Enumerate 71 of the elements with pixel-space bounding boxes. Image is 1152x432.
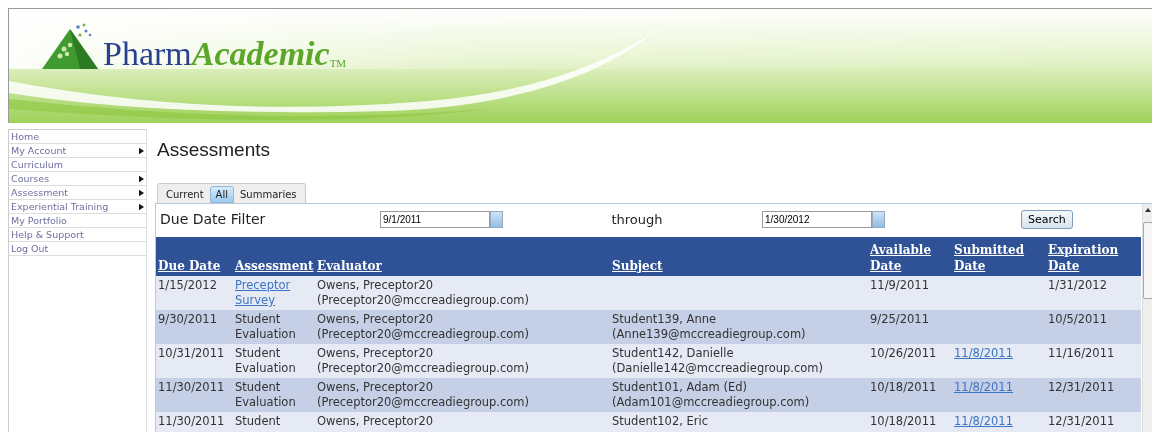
- table-cell-text: (Preceptor20@mccreadiegroup.com): [317, 395, 530, 410]
- sidebar-item[interactable]: My Account: [9, 144, 146, 158]
- sidebar-item[interactable]: Experiential Training: [9, 200, 146, 214]
- table-cell: 11/30/2011: [156, 378, 233, 412]
- table-cell-text: (Preceptor20@mccreadiegroup.com): [317, 327, 530, 342]
- table-cell-text: Student101, Adam (Ed): [612, 380, 748, 395]
- table-cell-text: (Preceptor20@mccreadiegroup.com): [317, 361, 530, 376]
- table-cell-text: Student142, Danielle: [612, 346, 735, 361]
- table-cell: 11/16/2011: [1046, 344, 1141, 378]
- column-header-link[interactable]: Submitted Date: [954, 242, 1044, 274]
- tab[interactable]: Current: [160, 186, 210, 203]
- table-cell-text: (Preceptor20@mccreadiegroup.com): [317, 293, 530, 308]
- table-cell: 10/5/2011: [1046, 310, 1141, 344]
- column-header-link[interactable]: Due Date: [158, 258, 231, 274]
- date-link[interactable]: 11/8/2011: [954, 414, 1013, 428]
- date-field[interactable]: 1/30/2012: [762, 210, 872, 228]
- trademark-mark: TM: [329, 57, 347, 69]
- table-cell-text: (Adam101@mccreadiegroup.com): [612, 395, 811, 410]
- table-cell: 11/9/2011: [868, 276, 952, 310]
- table-cell-text: Owens, Preceptor20: [317, 278, 434, 293]
- scroll-up-icon[interactable]: [1145, 208, 1151, 212]
- search-button[interactable]: Search: [1021, 209, 1073, 229]
- table-cell-text: Student: [235, 414, 282, 429]
- tab[interactable]: Summaries: [233, 186, 303, 203]
- table-cell-text: Owens, Preceptor20: [317, 312, 434, 327]
- scrollbar[interactable]: [1142, 204, 1152, 432]
- column-header-link[interactable]: Expiration Date: [1048, 242, 1139, 274]
- table-cell: 1/15/2012: [156, 276, 233, 310]
- table-cell-text: Owens, Preceptor20: [317, 380, 434, 395]
- table-cell: 10/18/2011: [868, 412, 952, 432]
- table-cell-text: Student Evaluation: [235, 380, 297, 410]
- column-header-link[interactable]: Available Date: [870, 242, 950, 274]
- dropdown-button[interactable]: [490, 210, 503, 228]
- table-cell-text: Student Evaluation: [235, 312, 297, 342]
- table-cell-text: (Anne139@mccreadiegroup.com): [612, 327, 807, 342]
- table-cell-text: Owens, Preceptor20: [317, 346, 434, 361]
- sidebar-item[interactable]: Log Out: [9, 242, 146, 256]
- sidebar-item[interactable]: Assessment: [9, 186, 146, 200]
- table-cell-text: Student Evaluation: [235, 346, 297, 376]
- logo-text: Pharm: [103, 37, 192, 71]
- table-cell-text: Student139, Anne: [612, 312, 718, 327]
- table-cell: 10/18/2011: [868, 378, 952, 412]
- logo-text-accent: Academic: [191, 37, 330, 71]
- column-header-link[interactable]: Subject: [612, 258, 866, 274]
- page-title: Assessments: [157, 139, 271, 161]
- table-cell: 1/31/2012: [1046, 276, 1141, 310]
- date-field[interactable]: 9/1/2011: [380, 210, 490, 228]
- column-header-link[interactable]: Assessment: [235, 258, 313, 274]
- table-cell: 9/30/2011: [156, 310, 233, 344]
- table-cell: 10/26/2011: [868, 344, 952, 378]
- survey-link[interactable]: Preceptor Survey: [235, 278, 313, 308]
- table-cell: 9/25/2011: [868, 310, 952, 344]
- table-cell: 12/31/2011: [1046, 412, 1141, 432]
- table-cell-text: Owens, Preceptor20: [317, 414, 434, 429]
- sidebar-item[interactable]: Home: [9, 130, 146, 144]
- column-header-link[interactable]: Evaluator: [317, 258, 608, 274]
- sidebar-item[interactable]: My Portfolio: [9, 214, 146, 228]
- date-link[interactable]: 11/8/2011: [954, 346, 1013, 360]
- table-cell: 12/31/2011: [1046, 378, 1141, 412]
- table-cell: 11/30/2011: [156, 412, 233, 432]
- table-cell-text: Student102, Eric: [612, 414, 710, 429]
- sidebar-item[interactable]: Help & Support: [9, 228, 146, 242]
- table-cell-text: (Danielle142@mccreadiegroup.com): [612, 361, 824, 376]
- filter-label: Due Date Filter: [159, 211, 267, 227]
- table-cell: 10/31/2011: [156, 344, 233, 378]
- sidebar-item[interactable]: Curriculum: [9, 158, 146, 172]
- sidebar-item[interactable]: Courses: [9, 172, 146, 186]
- dropdown-button[interactable]: [872, 210, 885, 228]
- scrollbar-thumb[interactable]: [1143, 222, 1152, 299]
- through-label: through: [610, 211, 664, 227]
- tab[interactable]: All: [209, 186, 234, 203]
